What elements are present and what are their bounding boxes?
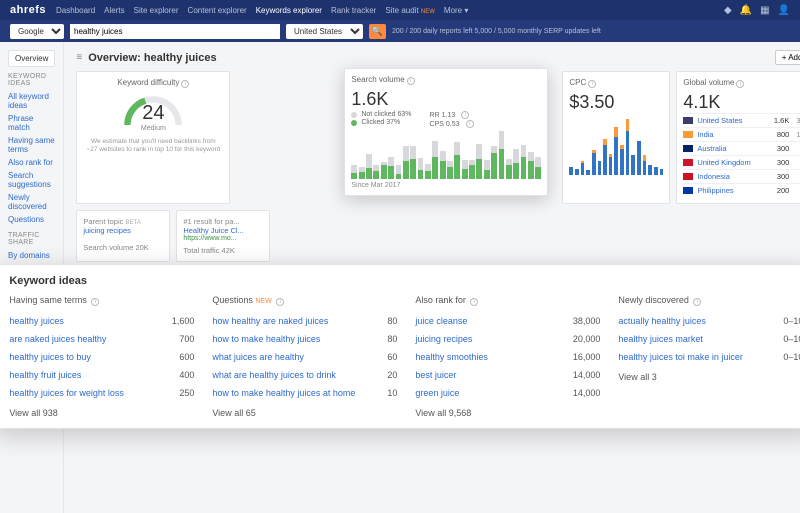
idea-link[interactable]: healthy juices bbox=[9, 316, 156, 326]
kd-gauge bbox=[121, 92, 185, 126]
kd-label: Keyword difficultyi bbox=[83, 78, 223, 88]
keyword-input[interactable] bbox=[70, 24, 280, 39]
info-icon[interactable]: i bbox=[466, 120, 474, 128]
gv-row[interactable]: Philippines2004% bbox=[683, 183, 800, 197]
nav-rank-tracker[interactable]: Rank tracker bbox=[331, 6, 376, 15]
gv-row[interactable]: United States1.6K39% bbox=[683, 113, 800, 127]
idea-link[interactable]: how to make healthy juices at home bbox=[212, 388, 359, 398]
search-bar: Google United States 🔍 200 / 200 daily r… bbox=[0, 20, 800, 42]
parent-topic-card: Parent topic BETA juicing recipes Search… bbox=[76, 210, 170, 262]
side-same-terms[interactable]: Having same terms bbox=[8, 134, 55, 156]
view-all-link[interactable]: View all 938 bbox=[9, 408, 194, 418]
sv-since: Since Mar 2017 bbox=[351, 182, 541, 189]
global-volume-card: Global volumei 4.1K United States1.6K39%… bbox=[676, 71, 800, 204]
nav-site-explorer[interactable]: Site explorer bbox=[134, 6, 179, 15]
sv-value: 1.6K bbox=[351, 89, 541, 110]
side-questions[interactable]: Questions bbox=[8, 213, 55, 226]
search-volume-card: Search volumei 1.6K Not clicked 63% Clic… bbox=[344, 68, 548, 196]
idea-link[interactable]: what juices are healthy bbox=[212, 352, 359, 362]
nav-dashboard[interactable]: Dashboard bbox=[56, 6, 95, 15]
view-all-link[interactable]: View all 9,568 bbox=[415, 408, 600, 418]
cpc-value: $3.50 bbox=[569, 92, 663, 113]
info-icon[interactable]: i bbox=[461, 111, 469, 119]
ideas-col-head: Newly discovered i bbox=[618, 295, 800, 306]
idea-link[interactable]: juice cleanse bbox=[415, 316, 562, 326]
bell-icon[interactable]: 🔔 bbox=[740, 5, 752, 16]
page-title: Overview: healthy juices bbox=[88, 52, 216, 64]
gv-row[interactable]: Australia3007% bbox=[683, 141, 800, 155]
sidebar-head-ideas: KEYWORD IDEAS bbox=[8, 73, 55, 87]
view-all-link[interactable]: View all 3 bbox=[618, 372, 800, 382]
add-to-button[interactable]: + Add to bbox=[775, 50, 800, 65]
idea-link[interactable]: actually healthy juices bbox=[618, 316, 765, 326]
ideas-title: Keyword ideas bbox=[9, 275, 800, 287]
idea-link[interactable]: healthy juices toi make in juicer bbox=[618, 352, 765, 362]
top-nav: Dashboard Alerts Site explorer Content e… bbox=[56, 6, 468, 15]
parent-topic-link[interactable]: juicing recipes bbox=[83, 226, 131, 235]
ideas-col-head: Questions NEW i bbox=[212, 295, 397, 306]
idea-link[interactable]: healthy smoothies bbox=[415, 352, 562, 362]
serp1-title-link[interactable]: Healthy Juice Cl... bbox=[183, 226, 243, 235]
nav-alerts[interactable]: Alerts bbox=[104, 6, 124, 15]
idea-link[interactable]: best juicer bbox=[415, 370, 562, 380]
cpc-chart bbox=[569, 119, 663, 175]
info-icon[interactable]: i bbox=[588, 80, 596, 88]
kd-note: We estimate that you'll need backlinks f… bbox=[83, 138, 223, 155]
notification-icon[interactable]: ◆ bbox=[724, 5, 732, 16]
nav-site-audit[interactable]: Site audit NEW bbox=[385, 6, 435, 15]
idea-link[interactable]: healthy juices to buy bbox=[9, 352, 156, 362]
side-also-rank[interactable]: Also rank for bbox=[8, 156, 55, 169]
gv-row[interactable]: Indonesia3007% bbox=[683, 169, 800, 183]
idea-link[interactable]: healthy juices for weight loss bbox=[9, 388, 156, 398]
nav-more[interactable]: More ▾ bbox=[444, 6, 468, 15]
idea-link[interactable]: how healthy are naked juices bbox=[212, 316, 359, 326]
nav-keywords-explorer[interactable]: Keywords explorer bbox=[256, 6, 322, 15]
sidebar-head-traffic: TRAFFIC SHARE bbox=[8, 232, 55, 246]
top-bar: ahrefs Dashboard Alerts Site explorer Co… bbox=[0, 0, 800, 20]
gv-row[interactable]: India80014% bbox=[683, 127, 800, 141]
limits-text: 200 / 200 daily reports left 5,000 / 5,0… bbox=[392, 28, 601, 35]
info-icon[interactable]: i bbox=[407, 77, 415, 85]
ideas-col-head: Also rank for i bbox=[415, 295, 600, 306]
search-button[interactable]: 🔍 bbox=[369, 24, 386, 39]
side-by-domains[interactable]: By domains bbox=[8, 249, 55, 262]
gv-value: 4.1K bbox=[683, 92, 800, 113]
kd-level: Medium bbox=[83, 125, 223, 132]
side-all-ideas[interactable]: All keyword ideas bbox=[8, 90, 55, 112]
idea-link[interactable]: what are healthy juices to drink bbox=[212, 370, 359, 380]
logo: ahrefs bbox=[10, 4, 46, 16]
view-all-link[interactable]: View all 65 bbox=[212, 408, 397, 418]
gv-row[interactable]: United Kingdom3007% bbox=[683, 155, 800, 169]
idea-link[interactable]: healthy juices market bbox=[618, 334, 765, 344]
sv-chart bbox=[351, 133, 541, 179]
side-suggestions[interactable]: Search suggestions bbox=[8, 169, 55, 191]
grid-icon[interactable]: ▦ bbox=[760, 5, 769, 16]
serp1-card: #1 result for pa... Healthy Juice Cl... … bbox=[176, 210, 270, 262]
hamburger-icon[interactable]: ≡ bbox=[76, 52, 82, 63]
idea-link[interactable]: how to make healthy juices bbox=[212, 334, 359, 344]
idea-link[interactable]: juicing recipes bbox=[415, 334, 562, 344]
idea-link[interactable]: green juice bbox=[415, 388, 562, 398]
idea-link[interactable]: are naked juices healthy bbox=[9, 334, 156, 344]
top-icons: ◆ 🔔 ▦ 👤 bbox=[724, 5, 790, 16]
info-icon[interactable]: i bbox=[181, 80, 189, 88]
ideas-col-head: Having same terms i bbox=[9, 295, 194, 306]
side-newly-discovered[interactable]: Newly discovered bbox=[8, 191, 55, 213]
cpc-card: CPCi $3.50 bbox=[562, 71, 670, 204]
sidebar-overview[interactable]: Overview bbox=[8, 50, 55, 67]
idea-link[interactable]: healthy fruit juices bbox=[9, 370, 156, 380]
main: ≡ Overview: healthy juices + Add to Keyw… bbox=[64, 42, 800, 513]
info-icon[interactable]: i bbox=[736, 80, 744, 88]
engine-select[interactable]: Google bbox=[10, 24, 64, 39]
side-phrase-match[interactable]: Phrase match bbox=[8, 112, 55, 134]
nav-content-explorer[interactable]: Content explorer bbox=[188, 6, 247, 15]
keyword-ideas-panel: Keyword ideas Having same terms i healthy… bbox=[0, 264, 800, 429]
country-select[interactable]: United States bbox=[286, 24, 363, 39]
kd-card: Keyword difficultyi 24 Medium We estimat… bbox=[76, 71, 230, 204]
user-icon[interactable]: 👤 bbox=[778, 5, 790, 16]
